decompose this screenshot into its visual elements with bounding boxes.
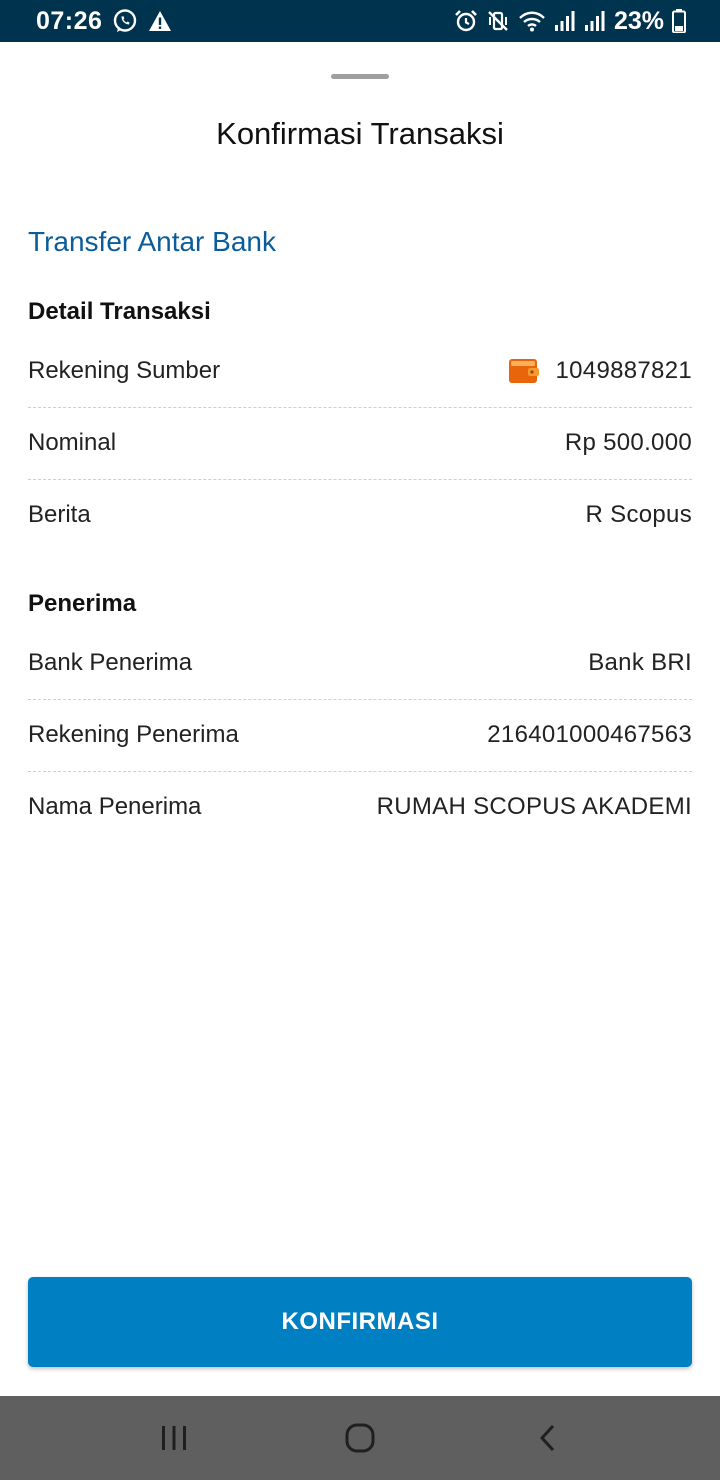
recipient-name-label: Nama Penerima — [28, 793, 202, 820]
status-bar: 07:26 23% — [0, 0, 720, 42]
recipient-bank-label: Bank Penerima — [28, 649, 193, 676]
recipient-heading: Penerima — [28, 590, 137, 617]
source-account-label: Rekening Sumber — [28, 357, 221, 384]
wifi-icon — [518, 9, 546, 33]
back-button[interactable] — [488, 1396, 608, 1480]
source-account-value: 1049887821 — [555, 357, 692, 384]
vibrate-icon — [486, 9, 510, 33]
recipient-bank-row: Bank Penerima Bank BRI — [28, 627, 692, 700]
confirm-button[interactable]: KONFIRMASI — [28, 1277, 692, 1367]
recipient-name-row: Nama Penerima RUMAH SCOPUS AKADEMI — [28, 771, 692, 843]
wallet-icon — [508, 358, 540, 384]
signal-icon — [584, 10, 606, 32]
navigation-bar — [0, 1396, 720, 1480]
amount-row: Nominal Rp 500.000 — [28, 407, 692, 480]
recipient-account-label: Rekening Penerima — [28, 721, 239, 748]
warning-icon — [148, 10, 172, 32]
source-account-value-group: 1049887821 — [508, 357, 692, 385]
status-time: 07:26 — [36, 6, 103, 35]
signal-icon — [554, 10, 576, 32]
home-icon — [344, 1422, 376, 1454]
message-value: R Scopus — [585, 501, 692, 528]
transfer-type-label: Transfer Antar Bank — [28, 226, 276, 257]
battery-percentage: 23% — [613, 6, 664, 35]
back-icon — [538, 1423, 558, 1453]
page-title: Konfirmasi Transaksi — [216, 116, 504, 151]
drag-handle[interactable] — [331, 74, 389, 79]
status-bar-left: 07:26 — [36, 0, 172, 42]
transaction-details-heading: Detail Transaksi — [28, 298, 211, 325]
home-button[interactable] — [300, 1396, 420, 1480]
recent-apps-button[interactable] — [114, 1396, 234, 1480]
recipient-account-value: 216401000467563 — [487, 721, 692, 748]
whatsapp-icon — [112, 8, 138, 34]
alarm-icon — [454, 9, 478, 33]
amount-value: Rp 500.000 — [564, 429, 692, 456]
recipient-bank-value: Bank BRI — [588, 649, 692, 676]
recent-apps-icon — [159, 1424, 189, 1452]
message-row: Berita R Scopus — [28, 479, 692, 551]
amount-label: Nominal — [28, 429, 117, 456]
recipient-account-row: Rekening Penerima 216401000467563 — [28, 699, 692, 772]
message-label: Berita — [28, 501, 91, 528]
recipient-name-value: RUMAH SCOPUS AKADEMI — [376, 793, 692, 820]
source-account-row: Rekening Sumber 1049887821 — [28, 335, 692, 408]
battery-icon — [672, 9, 686, 33]
status-bar-right: 23% — [454, 0, 686, 42]
